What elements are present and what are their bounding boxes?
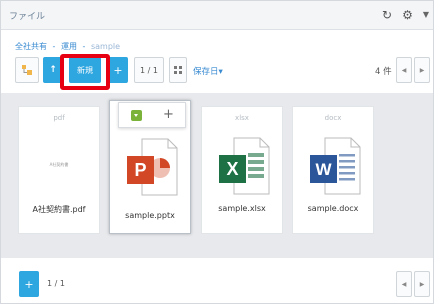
chevron-right-icon: ▶ <box>419 66 425 74</box>
file-extension: pdf <box>53 114 65 122</box>
svg-text:X: X <box>226 159 238 179</box>
file-grid: pdf A社契約書 A社契約書.pdf P sample.pptx xlsx X… <box>1 93 433 258</box>
chevron-left-icon: ◀ <box>401 280 407 288</box>
file-name: A社契約書.pdf <box>32 205 86 214</box>
footer-prev-page-button[interactable]: ◀ <box>396 271 412 297</box>
parent-folder-button[interactable]: ↑ <box>43 57 63 83</box>
chevron-right-icon: ▶ <box>419 280 425 288</box>
file-card-pdf[interactable]: pdf A社契約書 A社契約書.pdf <box>18 106 100 234</box>
folder-tree-icon <box>22 65 32 75</box>
file-name: sample.docx <box>307 204 359 213</box>
breadcrumb-current: sample <box>90 42 121 51</box>
file-extension: docx <box>324 114 342 122</box>
up-arrow-icon: ↑ <box>49 65 57 75</box>
view-toggle-button[interactable] <box>169 57 187 83</box>
sort-dropdown[interactable]: 保存日▾ <box>193 65 223 77</box>
panel-header: ファイル ↻ ⚙ ▼ <box>1 1 433 30</box>
header-icons: ↻ ⚙ ▼ <box>382 7 429 23</box>
plus-icon[interactable]: + <box>163 107 174 123</box>
breadcrumb-separator: - <box>82 42 86 51</box>
svg-text:W: W <box>315 160 332 179</box>
file-name: sample.pptx <box>125 211 175 220</box>
breadcrumb-separator: - <box>52 42 56 51</box>
file-card-xlsx[interactable]: xlsx X sample.xlsx <box>201 106 283 234</box>
breadcrumb-root[interactable]: 全社共有 <box>15 42 47 51</box>
next-page-button[interactable]: ▶ <box>414 57 430 83</box>
prev-page-button[interactable]: ◀ <box>396 57 412 83</box>
folder-tree-button[interactable] <box>15 57 39 83</box>
file-panel: ファイル ↻ ⚙ ▼ 全社共有 - 運用 - sample ↑ 新規 + 1 /… <box>0 0 434 304</box>
word-icon: W <box>310 137 361 195</box>
chevron-down-icon[interactable]: ▼ <box>423 7 429 23</box>
breadcrumb: 全社共有 - 運用 - sample <box>15 41 120 52</box>
download-icon[interactable] <box>131 110 142 121</box>
pdf-preview-thumbnail: A社契約書 <box>49 162 69 167</box>
toolbar: ↑ 新規 + 1 / 1 保存日▾ 4 件 ◀ ▶ <box>1 57 433 85</box>
excel-icon: X <box>219 137 270 195</box>
footer-next-page-button[interactable]: ▶ <box>414 271 430 297</box>
file-extension: xlsx <box>235 114 249 122</box>
file-card-docx[interactable]: docx W sample.docx <box>292 106 374 234</box>
page-indicator: 1 / 1 <box>134 57 164 83</box>
grid-icon <box>174 66 182 74</box>
file-action-bar: + <box>118 102 186 128</box>
footer-add-button[interactable]: + <box>19 271 39 297</box>
file-name: sample.xlsx <box>218 204 266 213</box>
footer: + 1 / 1 ◀ ▶ <box>1 263 433 297</box>
refresh-icon[interactable]: ↻ <box>382 7 392 23</box>
add-button[interactable]: + <box>108 57 128 83</box>
chevron-left-icon: ◀ <box>401 66 407 74</box>
svg-text:P: P <box>134 160 146 180</box>
powerpoint-icon: P <box>127 138 178 196</box>
file-count: 4 件 <box>375 67 392 77</box>
breadcrumb-middle[interactable]: 運用 <box>61 42 77 51</box>
panel-title: ファイル <box>9 12 46 22</box>
footer-page-indicator: 1 / 1 <box>47 279 65 288</box>
gear-icon[interactable]: ⚙ <box>402 7 413 23</box>
new-button[interactable]: 新規 <box>69 57 101 83</box>
